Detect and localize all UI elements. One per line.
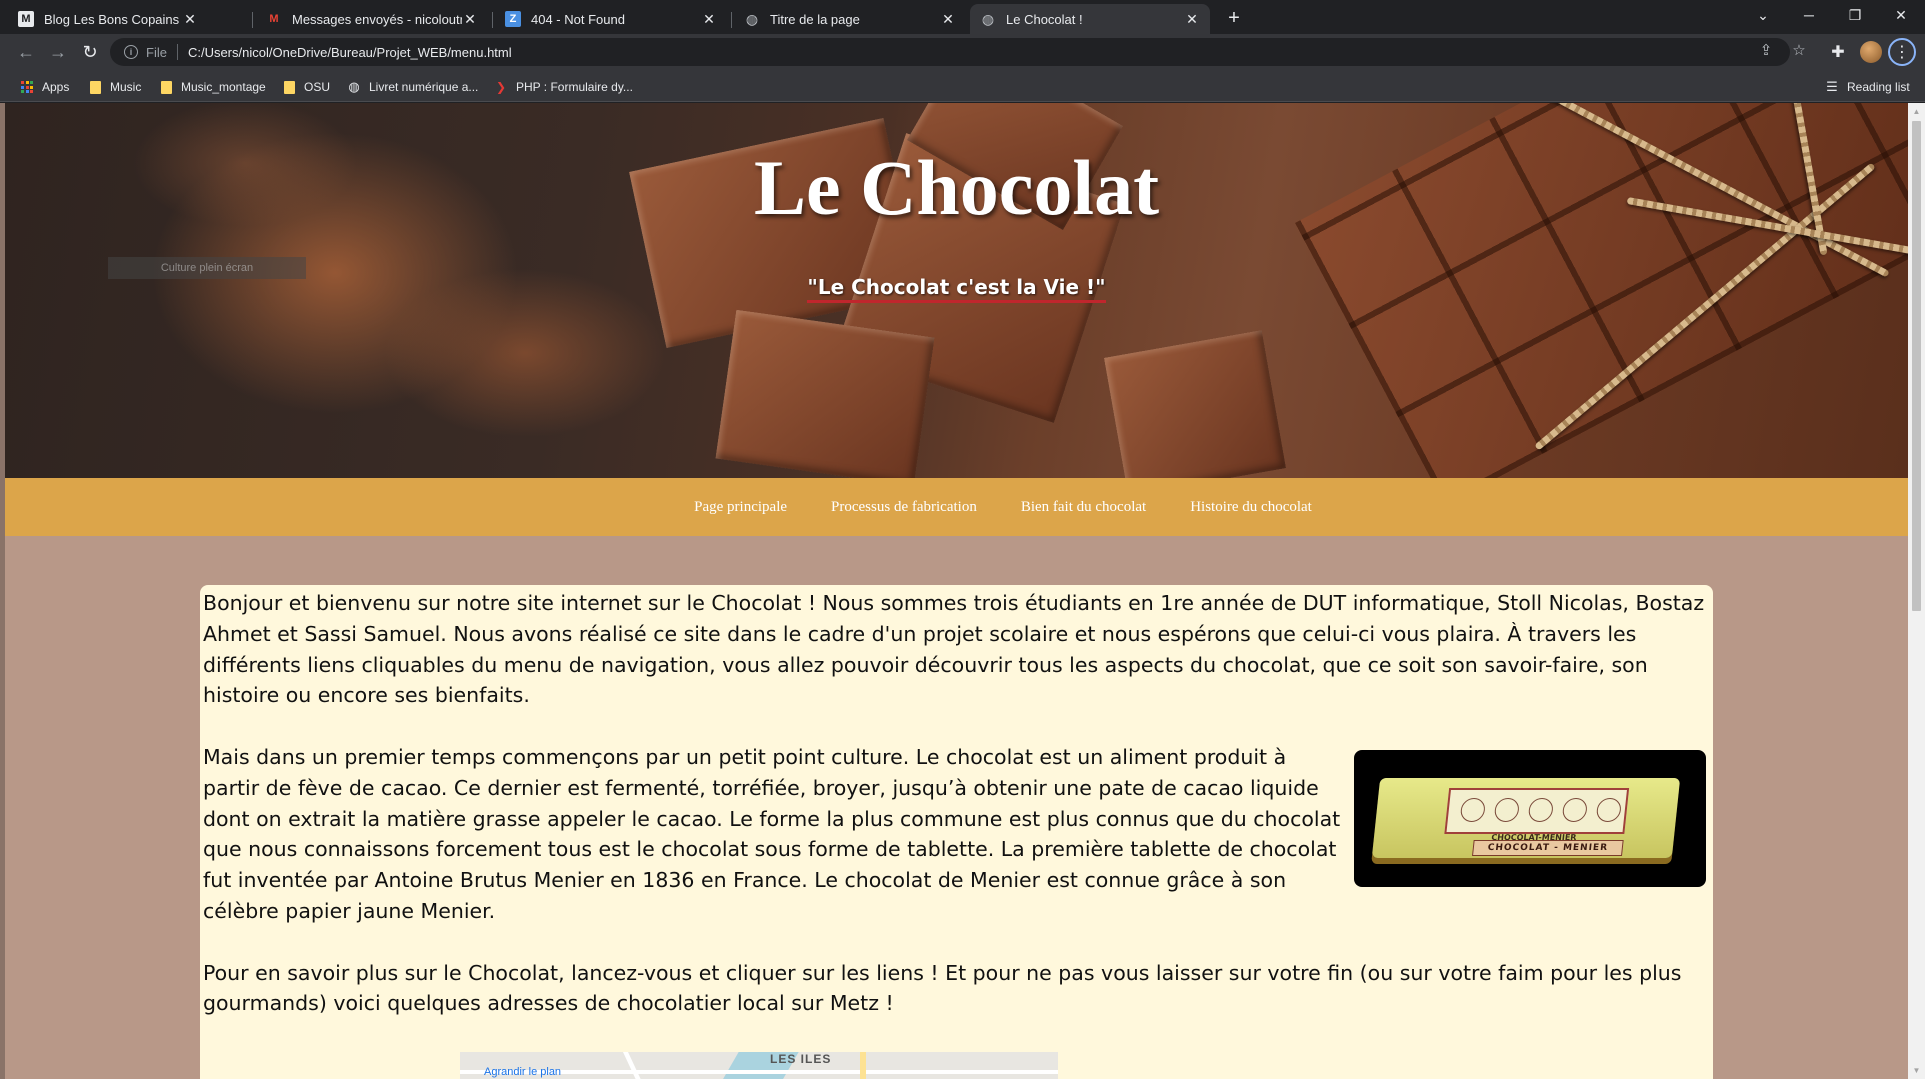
tab-search-icon[interactable]: ⌄ bbox=[1740, 0, 1786, 30]
page-scrollbar[interactable]: ▲ ▼ bbox=[1908, 103, 1925, 1079]
chocolate-piece bbox=[715, 309, 935, 478]
medal-icon bbox=[1561, 797, 1589, 822]
tab-le-chocolat[interactable]: ◍ Le Chocolat ! ✕ bbox=[970, 4, 1210, 34]
bookmark-apps[interactable]: Apps bbox=[20, 78, 69, 96]
info-icon[interactable]: i bbox=[124, 45, 138, 59]
bookmark-label: Apps bbox=[42, 80, 70, 94]
tab-strip: M Blog Les Bons Copains ✕ M Messages env… bbox=[0, 0, 1925, 34]
address-bar[interactable]: i File C:/Users/nicol/OneDrive/Bureau/Pr… bbox=[110, 38, 1790, 66]
minimize-button[interactable]: ─ bbox=[1786, 0, 1832, 30]
browser-toolbar: ← → ↻ i File C:/Users/nicol/OneDrive/Bur… bbox=[0, 34, 1925, 70]
new-tab-button[interactable]: + bbox=[1220, 4, 1248, 32]
reading-list-button[interactable]: ☰ Reading list bbox=[1825, 78, 1910, 96]
medal-icon bbox=[1459, 797, 1487, 822]
gmail-icon: M bbox=[269, 13, 279, 25]
bookmark-php[interactable]: ❯ PHP : Formulaire dy... bbox=[494, 78, 633, 96]
slogan-text: "Le Chocolat c'est la Vie !" bbox=[807, 275, 1106, 303]
menier-label-bottom: CHOCOLAT - MENIER bbox=[1472, 839, 1624, 856]
hero-banner: Culture plein écran Le Chocolat "Le Choc… bbox=[5, 103, 1908, 478]
folder-icon bbox=[159, 80, 173, 94]
tab-blog[interactable]: M Blog Les Bons Copains ✕ bbox=[8, 4, 208, 34]
nav-link-process[interactable]: Processus de fabrication bbox=[831, 499, 977, 516]
bookmark-label: OSU bbox=[304, 80, 331, 94]
bookmark-livret[interactable]: ◍ Livret numérique a... bbox=[347, 78, 478, 96]
page-title: Le Chocolat bbox=[753, 144, 1160, 231]
nav-link-home[interactable]: Page principale bbox=[694, 499, 787, 516]
map-road bbox=[860, 1052, 866, 1079]
globe-icon: ◍ bbox=[981, 10, 995, 27]
close-icon[interactable]: ✕ bbox=[940, 11, 956, 28]
tab-gmail[interactable]: M Messages envoyés - nicoloutreec ✕ bbox=[256, 4, 488, 34]
medal-icon bbox=[1493, 797, 1521, 822]
menier-chocolate-image: CHOCOLAT-MENIER CHOCOLAT - MENIER bbox=[1354, 749, 1706, 887]
menu-icon[interactable]: ⋮ bbox=[1888, 38, 1916, 66]
close-icon[interactable]: ✕ bbox=[182, 11, 198, 28]
bookmark-star-icon[interactable]: ☆ bbox=[1789, 40, 1809, 60]
restore-button[interactable]: ❐ bbox=[1832, 0, 1878, 30]
menier-wrapper-label: CHOCOLAT-MENIER bbox=[1444, 787, 1630, 842]
medal-icon bbox=[1595, 797, 1623, 822]
tab-title: Titre de la page bbox=[770, 11, 860, 27]
close-icon[interactable]: ✕ bbox=[1184, 11, 1200, 28]
main-navigation: Page principale Processus de fabrication… bbox=[5, 478, 1908, 536]
reload-button[interactable]: ↻ bbox=[76, 38, 104, 66]
tab-title: Le Chocolat ! bbox=[1006, 11, 1083, 27]
tab-separator bbox=[252, 12, 253, 28]
close-window-button[interactable]: ✕ bbox=[1878, 0, 1924, 30]
folder-icon bbox=[282, 80, 296, 94]
tab-page-title[interactable]: ◍ Titre de la page ✕ bbox=[734, 4, 966, 34]
scroll-thumb[interactable] bbox=[1912, 121, 1921, 611]
nav-link-history[interactable]: Histoire du chocolat bbox=[1190, 499, 1312, 516]
address-url: C:/Users/nicol/OneDrive/Bureau/Projet_WE… bbox=[187, 44, 512, 60]
close-icon[interactable]: ✕ bbox=[701, 11, 717, 28]
globe-icon: ◍ bbox=[745, 10, 759, 27]
bookmark-music[interactable]: Music bbox=[88, 78, 141, 96]
back-button[interactable]: ← bbox=[12, 38, 40, 66]
map-road bbox=[623, 1052, 642, 1079]
globe-icon: ◍ bbox=[348, 79, 360, 94]
map-embed[interactable]: Agrandir le plan LES ILES bbox=[460, 1052, 1058, 1079]
reading-list-label: Reading list bbox=[1847, 80, 1910, 94]
content-card: Bonjour et bienvenu sur notre site inter… bbox=[200, 585, 1713, 1079]
scroll-down-icon[interactable]: ▼ bbox=[1908, 1062, 1925, 1079]
extensions-icon[interactable]: ✚ bbox=[1824, 38, 1852, 66]
tab-title: Blog Les Bons Copains bbox=[44, 11, 180, 27]
slogan: "Le Chocolat c'est la Vie !" bbox=[5, 275, 1908, 303]
tab-separator bbox=[731, 12, 732, 28]
tab-separator bbox=[492, 12, 493, 28]
tab-title: Messages envoyés - nicoloutreec bbox=[292, 11, 462, 27]
medal-icon bbox=[1527, 797, 1555, 822]
tab-not-found[interactable]: Z 404 - Not Found ✕ bbox=[495, 4, 727, 34]
php-icon: ❯ bbox=[495, 80, 507, 94]
scroll-up-icon[interactable]: ▲ bbox=[1908, 103, 1925, 120]
close-icon[interactable]: ✕ bbox=[462, 11, 478, 28]
intro-paragraph: Bonjour et bienvenu sur notre site inter… bbox=[203, 591, 1705, 708]
z-icon: Z bbox=[505, 11, 521, 27]
map-place-label: LES ILES bbox=[770, 1052, 832, 1066]
menier-bar: CHOCOLAT-MENIER CHOCOLAT - MENIER bbox=[1371, 777, 1681, 858]
divider bbox=[176, 44, 178, 60]
reading-list-icon: ☰ bbox=[1826, 79, 1838, 94]
outro-paragraph: Pour en savoir plus sur le Chocolat, lan… bbox=[203, 960, 1682, 1016]
share-icon[interactable]: ⇪ bbox=[1756, 40, 1776, 60]
bookmark-label: Music bbox=[110, 80, 142, 94]
nav-link-benefits[interactable]: Bien fait du chocolat bbox=[1021, 499, 1146, 516]
bookmarks-bar: Apps Music Music_montage OSU ◍ Livret nu… bbox=[0, 70, 1925, 102]
address-scheme: File bbox=[146, 44, 167, 60]
chocolate-piece bbox=[1104, 330, 1286, 478]
profile-avatar[interactable] bbox=[1860, 41, 1882, 63]
blog-icon: M bbox=[18, 11, 34, 27]
apps-icon bbox=[20, 80, 34, 94]
map-enlarge-link[interactable]: Agrandir le plan bbox=[484, 1066, 561, 1078]
forward-button[interactable]: → bbox=[44, 38, 72, 66]
folder-icon bbox=[88, 80, 102, 94]
tab-title: 404 - Not Found bbox=[531, 11, 625, 27]
bookmark-label: PHP : Formulaire dy... bbox=[516, 80, 633, 94]
bookmark-label: Music_montage bbox=[181, 80, 266, 94]
bookmark-music-montage[interactable]: Music_montage bbox=[159, 78, 266, 96]
bookmark-label: Livret numérique a... bbox=[369, 80, 479, 94]
page-viewport: Culture plein écran Le Chocolat "Le Choc… bbox=[0, 103, 1925, 1079]
bookmark-osu[interactable]: OSU bbox=[282, 78, 330, 96]
